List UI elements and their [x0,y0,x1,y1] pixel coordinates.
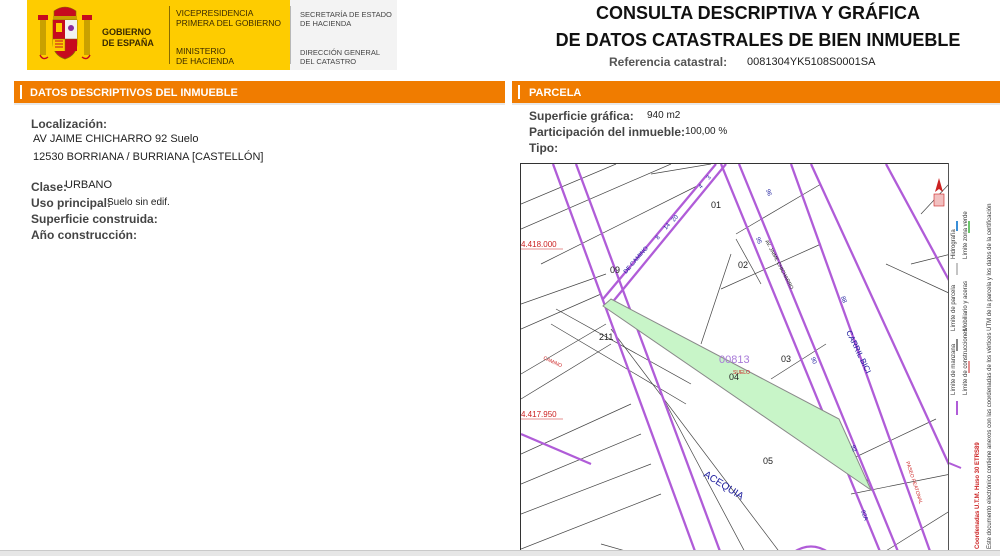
direccion-text: DIRECCIÓN GENERAL DEL CATASTRO [300,48,380,66]
participacion-value: 100,00 % [685,126,728,137]
tipo-label: Tipo: [529,141,559,155]
map-drawing: 4.418.000 4.417.950 SUELO CAMINO PASEO P… [521,164,962,552]
parcel-number-05: 05 [763,456,773,466]
gobierno-de-espana-text: GOBIERNO DE ESPAÑA [102,27,154,49]
street-number: 92A [859,510,868,522]
page-title: CONSULTA DESCRIPTIVA Y GRÁFICA DE DATOS … [530,0,986,54]
datos-descriptivos-header: DATOS DESCRIPTIVOS DEL INMUEBLE [14,81,505,104]
parcel-number-04: 04 [729,372,739,382]
street-number: 95 [754,237,762,246]
header-divider [169,6,170,64]
gobierno-line: DE ESPAÑA [102,38,154,48]
localizacion-label: Localización: [31,117,108,131]
parcel-reference-label: 00813 [719,354,750,366]
street-acequia: ACEQUIA [701,469,745,502]
street-av-jaime-chicharro: AV. JAIME CHICHARRO [763,239,794,290]
legend-limite-manzana: Límite de manzana [951,343,957,395]
ministerio-line: MINISTERIO [176,46,226,56]
vicepresidencia-text: VICEPRESIDENCIA PRIMERA DEL GOBIERNO [176,8,281,28]
referencia-catastral-value: 0081304YK5108S0001SA [747,56,876,68]
parcel-number-02: 02 [738,260,748,270]
uso-principal-label: Uso principal: [31,196,112,210]
clase-label: Clase: [31,180,68,194]
coord-label-bottom: 4.417.950 [521,410,557,419]
legend-limite-parcela: Límite de parcela [951,284,957,331]
secretaria-text: SECRETARÍA DE ESTADO DE HACIENDA [300,10,392,28]
ministerio-text: MINISTERIO DE HACIENDA [176,46,234,66]
legend-hidrografia: Hidrografía [951,229,957,259]
datos-descriptivos-title: DATOS DESCRIPTIVOS DEL INMUEBLE [30,87,238,99]
clase-value: URBANO [65,179,113,191]
section-marker [518,85,520,99]
page-title-line: CONSULTA DESCRIPTIVA Y GRÁFICA [595,3,921,23]
street-carril-bici: CARRIL BICI [844,329,873,375]
referencia-catastral-label: Referencia catastral: [609,55,728,69]
direccion-line: DEL CATASTRO [300,57,357,66]
localizacion-municipio: 12530 BORRIANA / BURRIANA [CASTELLÓN] [33,151,264,163]
superficie-construida-label: Superficie construida: [31,212,158,226]
section-underline [512,103,1000,105]
vicepresidencia-line: VICEPRESIDENCIA [176,8,254,18]
parcel-number-01: 01 [711,200,721,210]
north-arrow-icon [933,178,945,207]
gobierno-line: GOBIERNO [102,27,152,37]
status-bar [0,550,1000,556]
parcel-number-211: 211 [599,332,613,342]
camino-label: CAMINO [542,355,563,369]
parcel-number-03: 03 [781,354,791,364]
anio-construccion-label: Año construcción: [31,228,138,242]
legend-limite-zona-verde: Límite zona verde [963,211,969,259]
street-number: 96 [764,189,772,198]
parcela-header: PARCELA [512,81,1000,104]
parcel-number-09: 09 [610,265,620,275]
superficie-grafica-label: Superficie gráfica: [529,109,634,123]
map-legend: Límite de manzana Límite de parcela Hidr… [948,163,1000,553]
legend-certification-note: Este documento electrónico contiene anex… [987,203,993,549]
localizacion-address: AV JAIME CHICHARRO 92 Suelo [33,133,199,145]
uso-principal-value: Suelo sin edif. [107,197,170,208]
section-underline [14,103,505,105]
parcela-title: PARCELA [529,87,582,99]
secretaria-line: DE HACIENDA [300,19,352,28]
participacion-label: Participación del inmueble: [529,125,686,139]
ministerio-line: DE HACIENDA [176,56,235,66]
superficie-grafica-value: 940 m2 [647,110,681,121]
street-number: 8 [655,234,662,241]
direccion-line: DIRECCIÓN GENERAL [300,48,381,57]
cadastral-map[interactable]: 4.418.000 4.417.950 SUELO CAMINO PASEO P… [520,163,1000,553]
page-title-line: DE DATOS CATASTRALES DE BIEN INMUEBLE [555,30,961,50]
section-marker [20,85,22,99]
legend-limite-construcciones: Límite de construcciones [963,328,969,395]
coat-of-arms-icon [38,6,92,60]
legend-mobiliario-aceras: Mobiliario y aceras [963,280,969,331]
coord-label-top: 4.418.000 [521,240,557,249]
vicepresidencia-line: PRIMERA DEL GOBIERNO [176,18,282,28]
street-number: 90 [809,357,817,366]
header-divider [290,6,291,64]
legend-coordinates-note: Coordenadas U.T.M. Huso 30 ETRS89 [975,442,981,549]
secretaria-line: SECRETARÍA DE ESTADO [300,10,392,19]
